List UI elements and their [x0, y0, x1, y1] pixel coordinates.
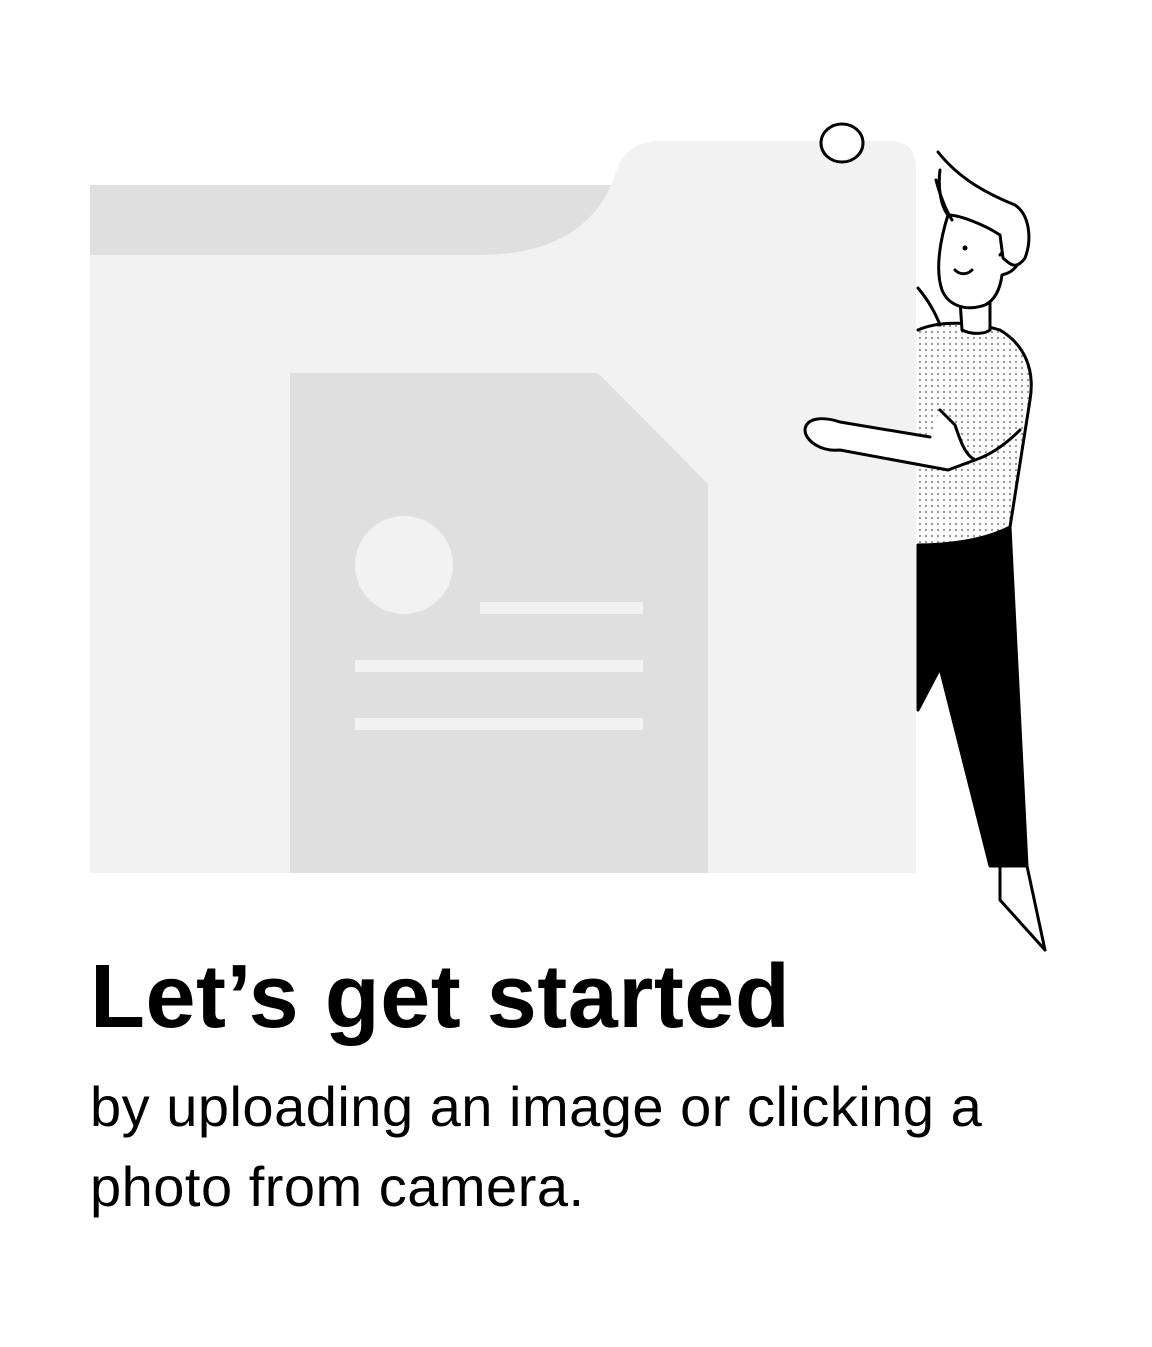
folder-pin [819, 122, 865, 164]
folder-tab [90, 185, 620, 255]
empty-state-description: by uploading an image or clicking a phot… [90, 1075, 983, 1218]
document-line [355, 718, 643, 730]
shoe [998, 864, 1047, 952]
document-avatar-placeholder [355, 516, 453, 614]
pants [916, 525, 1029, 868]
document-line [480, 602, 643, 614]
empty-state-title: Let’s get started [90, 947, 791, 1047]
document-icon [290, 373, 708, 873]
document-line [355, 660, 643, 672]
empty-state-illustration [0, 0, 1152, 960]
